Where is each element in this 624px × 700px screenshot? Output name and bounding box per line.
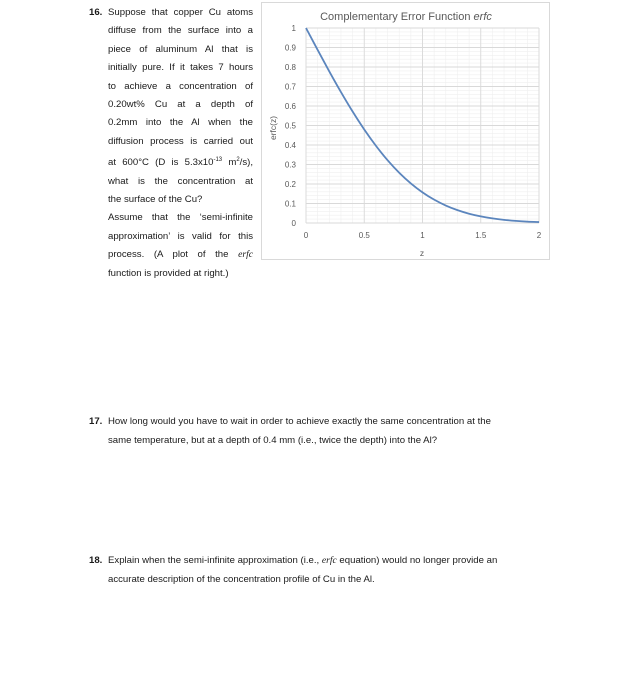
question-18: 18. Explain when the semi-infinite appro… [89,551,549,589]
q18-text: Explain when the semi-infinite approxima… [108,555,322,566]
question-18-number: 18. [89,555,103,566]
q16-line: initially pure. If it takes 7 hours [108,62,253,74]
y-tick-label: 0.9 [285,44,297,53]
question-16: 16. Suppose that copper Cu atoms diffuse… [89,4,253,283]
q16-text: at 600°C (D is 5.3x10 [108,157,214,169]
q16-line: function is provided at right.) [108,267,229,279]
q16-line: piece of aluminum Al that is [108,43,253,55]
question-16-text: Suppose that copper Cu atoms diffuse fro… [108,4,253,283]
q16-line-diffusivity: at 600°C (D is 5.3x10-13 m2/s), [108,151,253,172]
y-tick-label: 0.1 [285,200,297,209]
question-17-number: 17. [89,416,103,427]
q16-line: 0.20wt% Cu at a depth of [108,99,253,111]
q16-text: /s), [239,157,253,169]
q16-text: process. (A plot of the [108,249,239,261]
q16-line: Suppose that copper Cu atoms [108,7,253,18]
y-tick-label: 1 [292,24,297,33]
x-axis-label: z [420,248,424,258]
erfc-chart: Complementary Error Function erfc 0 0.1 0.… [261,2,550,260]
y-tick-label: 0.4 [285,141,297,150]
q16-line-plot-ref: process. (A plot of the erfc [108,246,253,264]
question-17-line: same temperature, but at a depth of 0.4 … [108,435,438,446]
erfc-italic: erfc [238,249,253,261]
question-16-number: 16. [89,7,103,18]
y-tick-label: 0.3 [285,161,297,170]
q18-text: equation) would no longer provide an [336,555,498,566]
x-tick-label: 1.5 [475,231,487,240]
q16-line: 0.2mm into the Al when the [108,117,253,129]
x-tick-label: 1 [420,231,425,240]
question-18-line: accurate description of the concentratio… [108,574,375,585]
q16-line: the surface of the Cu? [108,194,203,206]
q16-line: Assume that the ‘semi-infinite [108,212,253,224]
y-axis-label: erfc(z) [268,116,278,140]
q16-line: diffuse from the surface into a [108,25,253,37]
erfc-italic: erfc [321,555,337,566]
y-tick-label: 0.5 [285,122,297,131]
y-tick-label: 0 [292,219,297,228]
x-tick-labels: 0 0.5 1 1.5 2 [304,231,542,240]
question-17: 17. How long would you have to wait in o… [89,412,549,450]
question-17-line: How long would you have to wait in order… [108,416,491,427]
q16-text: m [222,157,237,169]
chart-title-main: Complementary Error Function [320,11,473,23]
y-tick-label: 0.8 [285,63,297,72]
q16-line: approximation’ is valid for this [108,230,253,242]
q16-line: to achieve a concentration of [108,80,253,92]
y-tick-label: 0.2 [285,180,297,189]
y-tick-labels: 0 0.1 0.2 0.3 0.4 0.5 0.6 0.7 0.8 0.9 1 [285,24,297,228]
x-tick-label: 0.5 [359,231,371,240]
y-tick-label: 0.7 [285,83,297,92]
y-tick-label: 0.6 [285,102,297,111]
q16-line: diffusion process is carried out [108,135,253,147]
x-tick-label: 2 [537,231,542,240]
question-18-line: Explain when the semi-infinite approxima… [108,551,549,570]
chart-title-italic: erfc [474,11,493,23]
chart-gridlines [305,27,540,224]
chart-title: Complementary Error Function erfc [320,11,492,23]
chart-svg: Complementary Error Function erfc 0 0.1 0.… [268,11,542,258]
x-tick-label: 0 [304,231,309,240]
exponent: -13 [213,157,223,164]
q16-line: what is the concentration at [108,175,253,187]
